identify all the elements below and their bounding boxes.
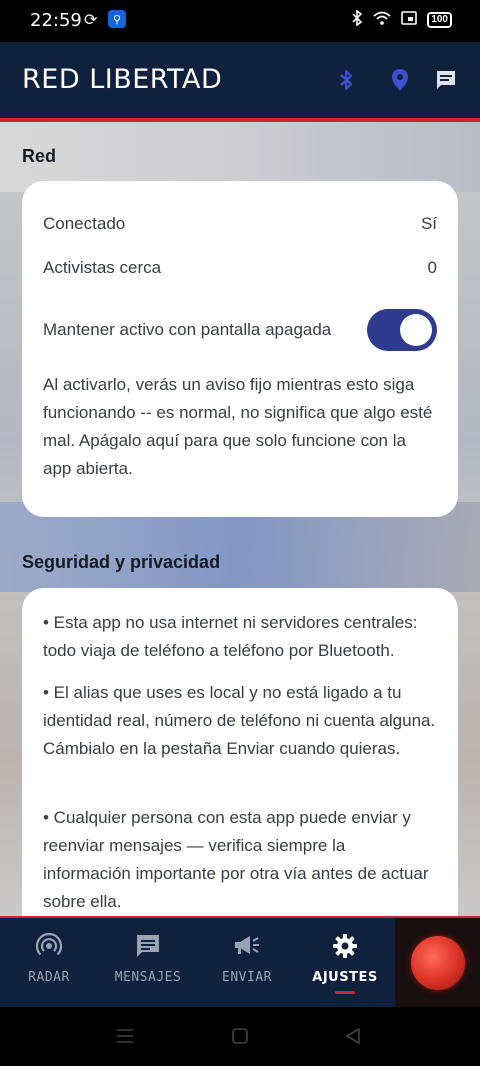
nav-radar-label: RADAR — [28, 970, 70, 985]
nearby-value: 0 — [427, 258, 437, 277]
back-icon[interactable] — [344, 1027, 362, 1050]
keep-active-description: Al activarlo, verás un aviso fijo mientr… — [43, 375, 433, 478]
nav-ajustes-label: AJUSTES — [312, 970, 378, 985]
battery-icon: 100 — [427, 11, 452, 28]
bottom-nav: RADAR MENSAJES ENVIAR AJUSTES — [0, 918, 480, 1007]
nav-mensajes-label: MENSAJES — [114, 970, 182, 985]
nearby-row: Activistas cerca 0 — [43, 258, 437, 278]
status-right-icons: 100 — [351, 9, 452, 29]
active-tab-indicator — [335, 991, 355, 994]
keep-active-row[interactable]: Mantener activo con pantalla apagada — [43, 309, 437, 351]
sync-icon: ⟳ — [84, 12, 98, 29]
status-time: 22:59 — [30, 10, 82, 31]
nearby-label: Activistas cerca — [43, 258, 162, 277]
security-card: • Esta app no usa internet ni servidores… — [22, 588, 458, 918]
connected-label: Conectado — [43, 214, 126, 233]
app-title: RED LIBERTAD — [22, 64, 223, 95]
message-icon — [134, 932, 162, 960]
nav-ajustes[interactable]: AJUSTES — [306, 918, 384, 1007]
bluetooth-icon[interactable] — [333, 67, 359, 93]
security-item: • El alias que uses es local y no está l… — [43, 683, 436, 758]
nav-enviar[interactable]: ENVIAR — [208, 918, 286, 1007]
radar-icon — [35, 932, 63, 960]
section-title-red: Red — [22, 146, 57, 166]
record-button[interactable] — [409, 934, 467, 992]
section-title-security: Seguridad y privacidad — [22, 552, 221, 572]
menu-icon[interactable] — [116, 1027, 134, 1050]
wifi-icon — [373, 11, 391, 28]
security-item: • Cualquier persona con esta app puede e… — [43, 808, 429, 911]
bluetooth-status-icon — [351, 9, 363, 29]
keep-active-toggle[interactable] — [367, 309, 437, 351]
home-icon[interactable] — [231, 1027, 249, 1050]
chat-icon[interactable] — [433, 67, 459, 93]
nav-mensajes[interactable]: MENSAJES — [108, 918, 188, 1007]
system-nav-bar — [0, 1007, 480, 1066]
cast-icon — [401, 11, 418, 28]
network-card: Conectado Sí Activistas cerca 0 Mantener… — [22, 181, 458, 517]
keep-active-label: Mantener activo con pantalla apagada — [43, 320, 332, 339]
record-area — [395, 918, 480, 1007]
gear-icon — [331, 932, 359, 960]
location-icon[interactable] — [387, 67, 413, 93]
toggle-knob — [400, 314, 432, 346]
usb-icon: ⚲ — [108, 10, 126, 28]
megaphone-icon — [233, 932, 261, 960]
connected-value: Sí — [420, 214, 437, 233]
content-area[interactable]: Red Conectado Sí Activistas cerca 0 Mant… — [0, 122, 480, 918]
nav-enviar-label: ENVIAR — [222, 970, 272, 985]
app-bar: RED LIBERTAD — [0, 42, 480, 118]
connected-row: Conectado Sí — [43, 214, 437, 234]
nav-radar[interactable]: RADAR — [10, 918, 88, 1007]
status-bar: 22:59 ⟳ ⚲ 100 — [0, 0, 480, 42]
security-item: • Esta app no usa internet ni servidores… — [43, 613, 418, 660]
